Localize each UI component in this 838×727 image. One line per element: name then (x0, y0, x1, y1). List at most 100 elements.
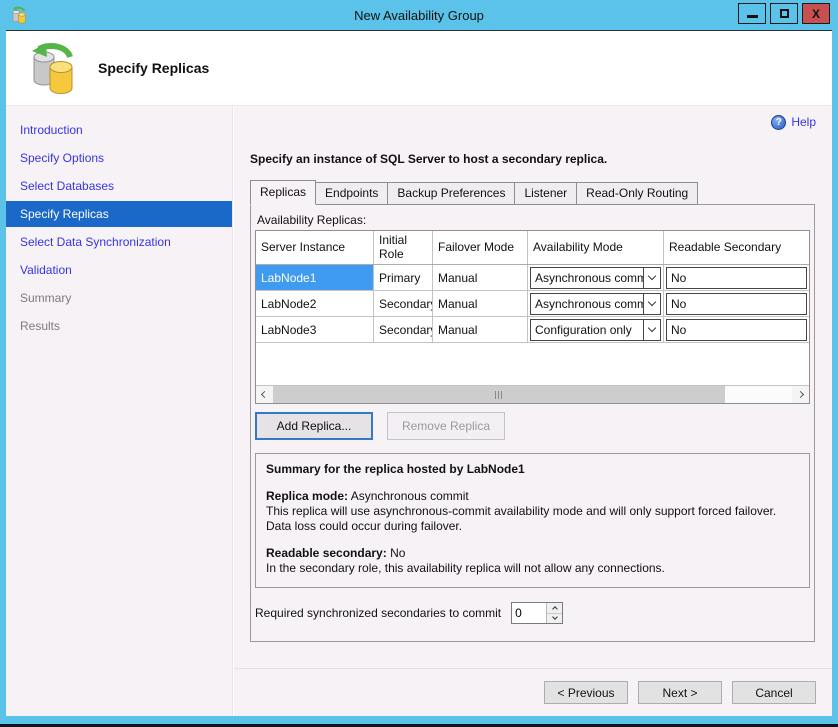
chevron-down-icon (648, 298, 656, 306)
summary-title: Summary for the replica hosted by LabNod… (266, 462, 799, 477)
tab-listener[interactable]: Listener (514, 182, 576, 205)
maximize-button[interactable] (770, 3, 798, 24)
readable-secondary-dropdown[interactable]: No (666, 267, 807, 289)
instruction-text: Specify an instance of SQL Server to hos… (250, 152, 816, 166)
scrollbar-track[interactable] (273, 386, 792, 403)
horizontal-scrollbar (256, 385, 809, 403)
cell-readable-secondary: No (664, 265, 809, 290)
sidebar-item-validation[interactable]: Validation (6, 256, 232, 284)
cancel-button[interactable]: Cancel (732, 681, 816, 704)
column-header-initial-role[interactable]: Initial Role (374, 231, 433, 264)
help-row: ? Help (250, 112, 816, 132)
cell-failover-mode[interactable]: Manual (433, 317, 528, 342)
previous-button[interactable]: < Previous (544, 681, 628, 704)
cell-failover-mode[interactable]: Manual (433, 291, 528, 316)
scroll-right-button[interactable] (792, 386, 809, 403)
availability-mode-value: Asynchronous commit (531, 294, 643, 314)
cell-initial-role[interactable]: Secondary (374, 317, 433, 342)
readable-secondary-line: Readable secondary: No (266, 546, 799, 561)
secondaries-to-commit-input[interactable] (512, 603, 546, 623)
availability-mode-value: Asynchronous commit (531, 268, 643, 288)
tab-read-only-routing[interactable]: Read-Only Routing (576, 182, 698, 205)
readable-secondary-value: No (667, 320, 806, 340)
sidebar-item-summary[interactable]: Summary (6, 284, 232, 312)
title-bar[interactable]: New Availability Group X (0, 0, 838, 30)
cell-initial-role[interactable]: Primary (374, 265, 433, 290)
column-header-readable-secondary[interactable]: Readable Secondary (664, 231, 809, 264)
minimize-button[interactable] (738, 3, 766, 24)
tab-replicas[interactable]: Replicas (250, 180, 316, 205)
column-header-availability-mode[interactable]: Availability Mode (528, 231, 664, 264)
page-title: Specify Replicas (98, 60, 209, 76)
content-area: ? Help Specify an instance of SQL Server… (234, 106, 832, 668)
new-availability-group-window: New Availability Group X Specify Replica… (0, 0, 838, 727)
sidebar-item-specify-replicas[interactable]: Specify Replicas (6, 201, 232, 227)
availability-mode-dropdown[interactable]: Asynchronous commit (530, 267, 661, 289)
cell-availability-mode: Asynchronous commit (528, 265, 664, 290)
chevron-down-icon (648, 272, 656, 280)
wizard-steps-sidebar: Introduction Specify Options Select Data… (6, 106, 233, 716)
dropdown-button[interactable] (643, 294, 660, 314)
readable-secondary-value: No (667, 294, 806, 314)
cell-failover-mode[interactable]: Manual (433, 265, 528, 290)
column-header-server-instance[interactable]: Server Instance (256, 231, 374, 264)
replica-buttons-row: Add Replica... Remove Replica (255, 412, 810, 440)
help-link[interactable]: ? Help (771, 115, 816, 130)
table-row-labnode3: LabNode3 Secondary Manual Configuration … (256, 317, 809, 343)
tab-strip: Replicas Endpoints Backup Preferences Li… (250, 182, 816, 205)
availability-replicas-grid: Server Instance Initial Role Failover Mo… (255, 230, 810, 404)
tab-endpoints[interactable]: Endpoints (316, 182, 387, 205)
replica-mode-value: Asynchronous commit (351, 489, 469, 503)
next-button[interactable]: Next > (638, 681, 722, 704)
cell-availability-mode: Configuration only (528, 317, 664, 342)
dropdown-button[interactable] (643, 320, 660, 340)
chevron-down-icon (648, 324, 656, 332)
close-button[interactable]: X (802, 3, 830, 24)
cell-server-instance[interactable]: LabNode1 (256, 265, 374, 290)
wizard-footer: < Previous Next > Cancel (234, 668, 832, 716)
readable-secondary-value: No (390, 546, 405, 560)
replica-mode-description: This replica will use asynchronous-commi… (266, 504, 799, 534)
spinner-up-button[interactable] (547, 603, 562, 614)
table-row-labnode1: LabNode1 Primary Manual Asynchronous com… (256, 265, 809, 291)
sidebar-item-introduction[interactable]: Introduction (6, 116, 232, 144)
replica-mode-line: Replica mode: Asynchronous commit (266, 489, 799, 504)
chevron-up-icon (552, 606, 558, 612)
cell-readable-secondary: No (664, 291, 809, 316)
cell-initial-role[interactable]: Secondary (374, 291, 433, 316)
sidebar-item-specify-options[interactable]: Specify Options (6, 144, 232, 172)
scrollbar-thumb[interactable] (273, 386, 725, 403)
sidebar-item-results[interactable]: Results (6, 312, 232, 340)
scroll-left-button[interactable] (256, 386, 273, 403)
availability-mode-value: Configuration only (531, 320, 643, 340)
spinner-buttons (546, 603, 562, 623)
minimize-icon (747, 15, 758, 18)
readable-secondary-description: In the secondary role, this availability… (266, 561, 799, 576)
tab-backup-preferences[interactable]: Backup Preferences (387, 182, 514, 205)
column-header-failover-mode[interactable]: Failover Mode (433, 231, 528, 264)
add-replica-button[interactable]: Add Replica... (255, 412, 373, 440)
wizard-header: Specify Replicas (6, 31, 832, 106)
sidebar-item-select-data-synchronization[interactable]: Select Data Synchronization (6, 228, 232, 256)
quorum-row: Required synchronized secondaries to com… (255, 602, 810, 624)
content-column: ? Help Specify an instance of SQL Server… (233, 106, 832, 716)
availability-mode-dropdown[interactable]: Asynchronous commit (530, 293, 661, 315)
readable-secondary-dropdown[interactable]: No (666, 319, 807, 341)
secondaries-to-commit-spinner (511, 602, 563, 624)
grid-header-row: Server Instance Initial Role Failover Mo… (256, 231, 809, 265)
cell-server-instance[interactable]: LabNode2 (256, 291, 374, 316)
availability-mode-dropdown[interactable]: Configuration only (530, 319, 661, 341)
chevron-left-icon (261, 391, 268, 398)
readable-secondary-dropdown[interactable]: No (666, 293, 807, 315)
sidebar-item-select-databases[interactable]: Select Databases (6, 172, 232, 200)
chevron-right-icon (797, 391, 804, 398)
cell-server-instance[interactable]: LabNode3 (256, 317, 374, 342)
replica-summary-box: Summary for the replica hosted by LabNod… (255, 453, 810, 588)
readable-secondary-label: Readable secondary: (266, 546, 387, 560)
remove-replica-button[interactable]: Remove Replica (387, 412, 505, 440)
dropdown-button[interactable] (643, 268, 660, 288)
thumb-grip-icon (498, 391, 499, 399)
specify-replicas-icon (24, 40, 80, 96)
spinner-down-button[interactable] (547, 614, 562, 624)
grid-empty-area (256, 343, 809, 385)
